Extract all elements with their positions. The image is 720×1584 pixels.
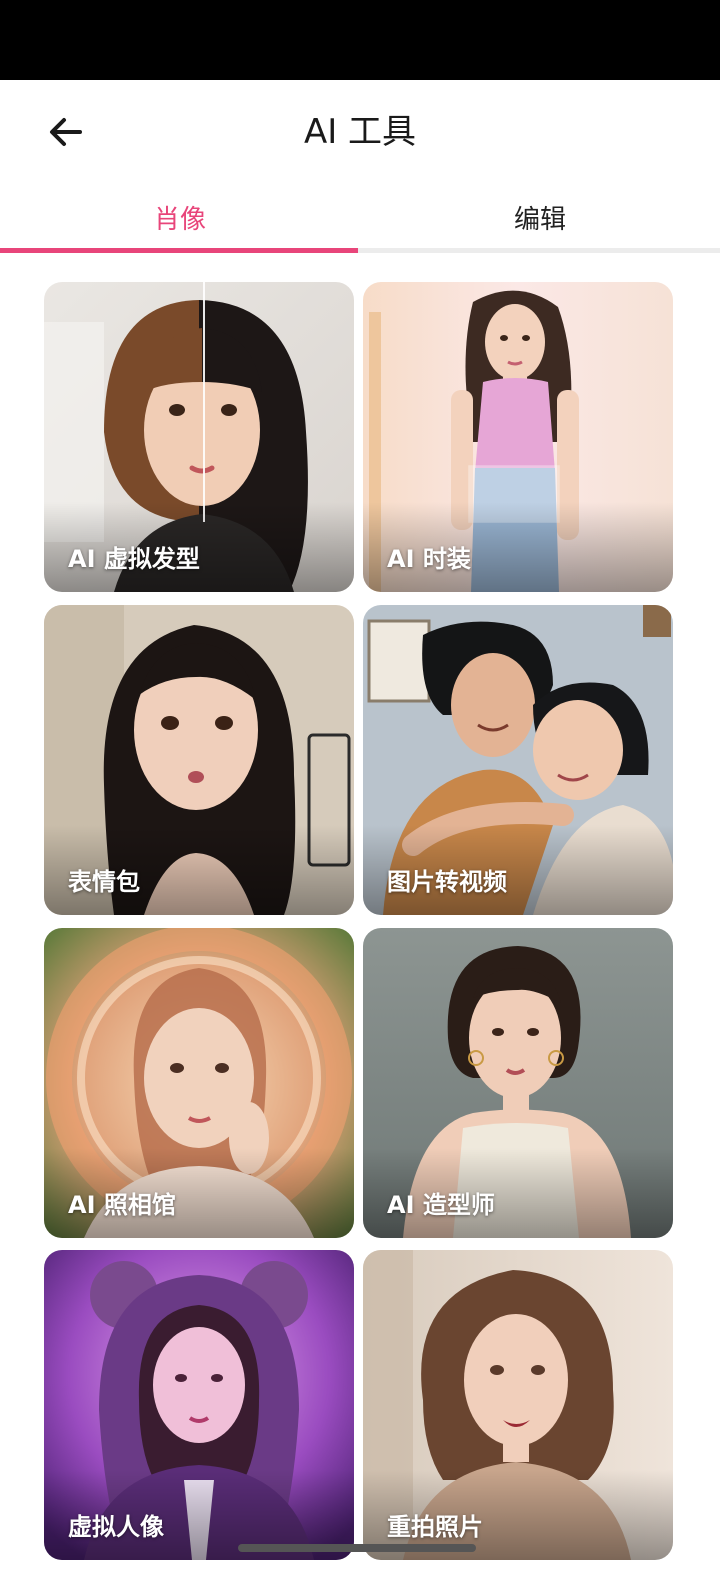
tab-bar: 肖像 编辑 [0,184,720,256]
tool-card-label: 图片转视频 [387,868,507,896]
page-title: AI 工具 [303,112,417,152]
tool-card-label: AI 照相馆 [68,1191,176,1219]
tool-card-ai-fashion[interactable]: AI 时装 [363,282,673,592]
tool-card-label: 重拍照片 [387,1513,483,1541]
tool-card-ai-photo-studio[interactable]: AI 照相馆 [44,928,354,1238]
tool-card-stickers[interactable]: 表情包 [44,605,354,915]
tool-card-label: AI 时装 [387,545,471,573]
status-bar [0,0,720,80]
tab-active-indicator [0,248,358,253]
tool-card-label: AI 虚拟发型 [68,545,200,573]
tool-card-label: 表情包 [68,868,140,896]
app-bar: AI 工具 [0,80,720,184]
tool-card-label: AI 造型师 [387,1191,495,1219]
tool-card-virtual-portrait[interactable]: 虚拟人像 [44,1250,354,1560]
tool-card-photo-to-video[interactable]: 图片转视频 [363,605,673,915]
home-indicator[interactable] [238,1544,476,1552]
tool-card-ai-stylist[interactable]: AI 造型师 [363,928,673,1238]
tab-edit[interactable]: 编辑 [360,184,720,250]
tool-card-label: 虚拟人像 [68,1513,164,1541]
tab-portrait[interactable]: 肖像 [0,184,360,250]
tool-card-ai-hairstyle[interactable]: AI 虚拟发型 [44,282,354,592]
tool-card-retake-photo[interactable]: 重拍照片 [363,1250,673,1560]
